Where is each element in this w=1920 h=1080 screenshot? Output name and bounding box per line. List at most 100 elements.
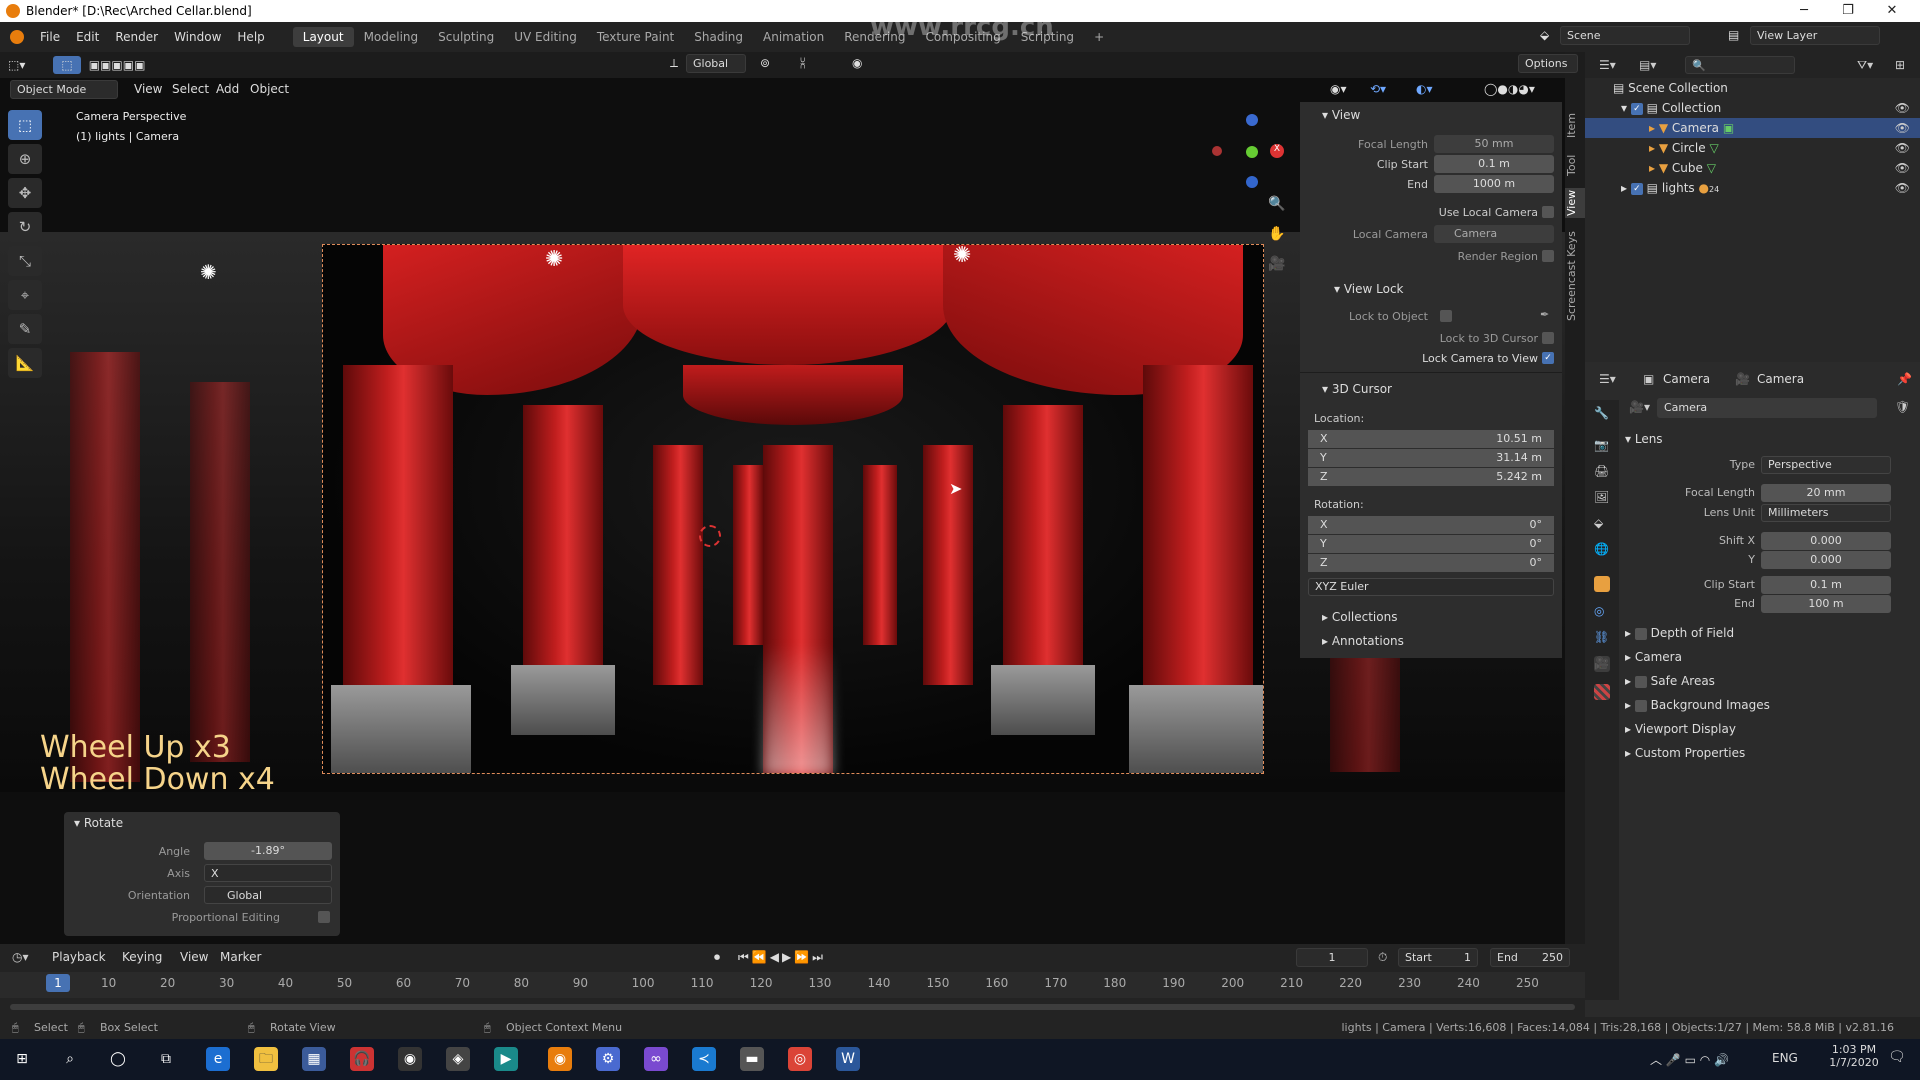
output-tab-icon[interactable]: 🖨 — [1594, 464, 1610, 480]
cursor-loc-y[interactable]: Y 31.14 m — [1308, 449, 1554, 467]
tab-tool[interactable]: Tool — [1565, 150, 1585, 180]
gizmo-neg-x[interactable] — [1212, 146, 1222, 156]
windows-start-icon[interactable]: ⊞ — [10, 1047, 34, 1071]
outliner-scene-collection[interactable]: ▤ Scene Collection — [1585, 78, 1920, 98]
light-gizmo-icon[interactable]: ✺ — [545, 247, 563, 272]
properties-editor-icon[interactable]: ☰▾ — [1599, 372, 1616, 386]
lens-section-header[interactable]: ▾ Lens — [1625, 432, 1663, 446]
breadcrumb-object[interactable]: Camera — [1663, 372, 1710, 386]
annotate-tool-icon[interactable]: ✎ — [8, 314, 42, 344]
camera-frame[interactable]: ✺ ✺ ➤ — [322, 244, 1264, 774]
proportional-checkbox[interactable] — [318, 911, 330, 923]
restore-button[interactable]: ❐ — [1826, 0, 1870, 22]
scale-tool-icon[interactable]: ⤡ — [8, 246, 42, 276]
focal-length-field[interactable]: 50 mm — [1434, 135, 1554, 153]
shift-y-field[interactable]: 0.000 — [1761, 551, 1891, 569]
close-button[interactable]: ✕ — [1870, 0, 1914, 22]
outliner-search-input[interactable]: 🔍 — [1685, 56, 1795, 74]
eye-icon[interactable]: 👁 — [1895, 178, 1910, 198]
editor-type-icon[interactable]: ⬚▾ — [0, 56, 33, 74]
rotate-tool-icon[interactable]: ↻ — [8, 212, 42, 242]
navigation-gizmo[interactable]: X — [1208, 110, 1288, 190]
cursor-rot-z[interactable]: Z 0° — [1308, 554, 1554, 572]
cursor-loc-z[interactable]: Z 5.242 m — [1308, 468, 1554, 486]
menu-keying[interactable]: Keying — [114, 948, 170, 966]
gizmo-z-axis[interactable] — [1246, 114, 1258, 126]
lights-checkbox[interactable]: ✓ — [1630, 182, 1643, 195]
outliner-item-camera[interactable]: ▸ ▼ Camera ▣ 👁 — [1585, 118, 1920, 138]
lock-to-object-field[interactable] — [1440, 310, 1452, 322]
outliner-item-circle[interactable]: ▸ ▼ Circle ▽ 👁 — [1585, 138, 1920, 158]
scene-tab-icon[interactable]: ⬙ — [1594, 516, 1610, 532]
mode-selector[interactable]: Object Mode — [10, 80, 118, 99]
eye-icon[interactable]: 👁 — [1895, 98, 1910, 118]
fake-user-icon[interactable]: 🛡 — [1895, 400, 1910, 414]
gizmo-y-axis[interactable] — [1246, 146, 1258, 158]
select-box-icon[interactable]: ⬚ — [8, 110, 42, 140]
local-camera-field[interactable]: Camera — [1434, 225, 1554, 243]
options-dropdown[interactable]: Options — [1518, 54, 1578, 73]
chrome-icon[interactable]: ◎ — [788, 1047, 812, 1071]
select-tool-icon[interactable]: ⬚ — [53, 56, 81, 74]
record-button[interactable]: ⏺ — [714, 950, 720, 965]
clock[interactable]: 1:03 PM 1/7/2020 — [1826, 1043, 1882, 1069]
view-layer-tab-icon[interactable]: 🖼 — [1594, 490, 1610, 506]
snap-icon[interactable]: ⩈ — [800, 56, 805, 71]
type-select[interactable]: Perspective — [1761, 456, 1891, 474]
workspace-tab-layout[interactable]: Layout — [292, 27, 354, 47]
terminal-icon[interactable]: ▬ — [740, 1047, 764, 1071]
filter-icon[interactable]: ⛛▾ — [1857, 58, 1873, 73]
measure-tool-icon[interactable]: 📐 — [8, 348, 42, 378]
bg-images-checkbox[interactable] — [1634, 699, 1647, 712]
lock-camera-to-view-checkbox[interactable]: ✓ — [1542, 352, 1554, 364]
eye-icon[interactable]: 👁 — [1895, 138, 1910, 158]
transform-tool-icon[interactable]: ⌖ — [8, 280, 42, 310]
playhead[interactable]: 1 — [46, 974, 70, 992]
rotate-panel-title[interactable]: ▾ Rotate — [74, 816, 123, 830]
workspace-tab-modeling[interactable]: Modeling — [354, 27, 429, 47]
menu-view[interactable]: View — [172, 948, 216, 966]
current-frame-field[interactable]: 1 — [1296, 948, 1368, 967]
menu-file[interactable]: File — [32, 30, 68, 44]
menu-marker[interactable]: Marker — [212, 948, 269, 966]
cursor-rot-y[interactable]: Y 0° — [1308, 535, 1554, 553]
visual-studio-icon[interactable]: ∞ — [644, 1047, 668, 1071]
menu-render[interactable]: Render — [107, 30, 166, 44]
language-indicator[interactable]: ENG — [1772, 1051, 1798, 1065]
datablock-icon[interactable]: 🎥▾ — [1629, 400, 1650, 414]
app-icon[interactable]: ⚙ — [596, 1047, 620, 1071]
file-explorer-icon[interactable]: 🗀 — [254, 1047, 278, 1071]
orientation-select[interactable]: Global — [204, 886, 332, 904]
cursor-rot-x[interactable]: X 0° — [1308, 516, 1554, 534]
cortana-icon[interactable]: ◯ — [106, 1047, 130, 1071]
outliner-collection[interactable]: ▾ ✓ ▤ Collection 👁 — [1585, 98, 1920, 118]
collections-header[interactable]: ▸ Collections — [1300, 606, 1562, 628]
camera-section[interactable]: ▸ Camera — [1625, 650, 1682, 664]
pivot-icon[interactable]: ⊚ — [760, 56, 770, 70]
breadcrumb-data[interactable]: Camera — [1757, 372, 1804, 386]
pan-hand-icon[interactable]: ✋ — [1268, 226, 1285, 242]
minimize-button[interactable]: ─ — [1782, 0, 1826, 22]
render-tab-icon[interactable]: 📷 — [1594, 438, 1610, 454]
world-tab-icon[interactable]: 🌐 — [1594, 542, 1610, 558]
workspace-tab-sculpting[interactable]: Sculpting — [428, 27, 504, 47]
safe-areas-checkbox[interactable] — [1634, 675, 1647, 688]
focal-length-field[interactable]: 20 mm — [1761, 484, 1891, 502]
physics-tab-icon[interactable]: ◎ — [1594, 604, 1610, 620]
custom-properties-section[interactable]: ▸ Custom Properties — [1625, 746, 1745, 760]
pin-icon[interactable]: 📌 — [1897, 372, 1912, 386]
light-gizmo-icon[interactable]: ✺ — [953, 245, 971, 268]
safe-areas-section[interactable]: ▸ Safe Areas — [1625, 674, 1715, 688]
zoom-icon[interactable]: 🔍 — [1268, 196, 1285, 212]
tab-screencast-keys[interactable]: Screencast Keys — [1565, 226, 1585, 326]
edge-icon[interactable]: e — [206, 1047, 230, 1071]
angle-field[interactable]: -1.89° — [204, 842, 332, 860]
visibility-icon[interactable]: ◉▾ — [1330, 82, 1347, 96]
obs-icon[interactable]: ◉ — [398, 1047, 422, 1071]
render-region-checkbox[interactable] — [1542, 250, 1554, 262]
workspace-tab-uv-editing[interactable]: UV Editing — [504, 27, 587, 47]
menu-playback[interactable]: Playback — [44, 948, 114, 966]
vscode-icon[interactable]: ≺ — [692, 1047, 716, 1071]
blender-menu-icon[interactable] — [10, 30, 24, 44]
constraints-tab-icon[interactable]: ⛓ — [1594, 630, 1610, 646]
